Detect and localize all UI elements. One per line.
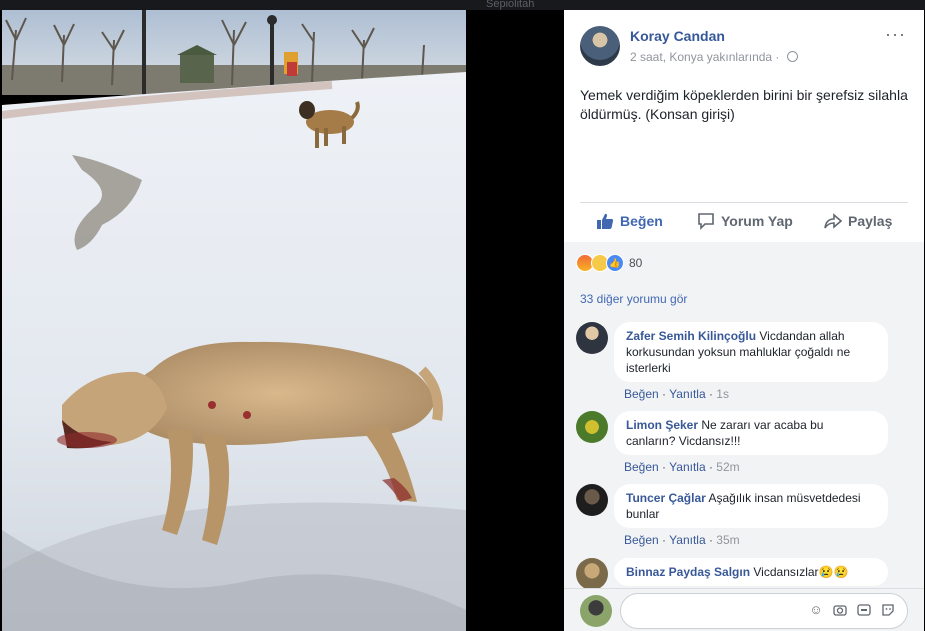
share-label: Paylaş: [848, 213, 893, 229]
post-photo[interactable]: [2, 10, 466, 631]
sticker-icon[interactable]: [881, 603, 895, 617]
reactions-summary[interactable]: 👍 80: [576, 254, 642, 272]
comment-label: Yorum Yap: [721, 213, 793, 229]
comment-actions: Beğen · Yanıtla · 35m: [624, 533, 740, 547]
post-meta: 2 saat, Konya yakınlarında ·: [630, 50, 798, 64]
like-reaction-icon: 👍: [606, 254, 624, 272]
comment-like-link[interactable]: Beğen: [624, 387, 659, 401]
like-button[interactable]: Beğen: [596, 212, 663, 230]
top-bar-text: Sepiolitah: [486, 0, 535, 10]
comment-bubble: Limon Şeker Ne zararı var acaba bu canla…: [614, 411, 888, 455]
photo-image: [2, 10, 466, 631]
like-label: Beğen: [620, 213, 663, 229]
comment-time[interactable]: 52m: [716, 460, 739, 474]
commenter-avatar[interactable]: [576, 558, 608, 590]
view-more-comments-link[interactable]: 33 diğer yorumu gör: [580, 292, 687, 306]
comment-time[interactable]: 35m: [716, 533, 739, 547]
commenter-avatar[interactable]: [576, 484, 608, 516]
comment-bubble: Binnaz Paydaş Salgın Vicdansızlar😢😢: [614, 558, 888, 586]
post-side-panel: Koray Candan 2 saat, Konya yakınlarında …: [564, 10, 924, 631]
share-icon: [824, 213, 842, 229]
commenter-name[interactable]: Binnaz Paydaş Salgın: [626, 565, 750, 579]
comment-reply-link[interactable]: Yanıtla: [669, 387, 705, 401]
commenter-name[interactable]: Tuncer Çağlar: [626, 491, 706, 505]
post-meta-text[interactable]: 2 saat, Konya yakınlarında ·: [630, 50, 779, 64]
comment-like-link[interactable]: Beğen: [624, 533, 659, 547]
post-text: Yemek verdiğim köpeklerden birini bir şe…: [580, 87, 908, 122]
comment-icon: [698, 213, 714, 230]
comment-bubble: Zafer Semih Kilinçoğlu Vicdandan allah k…: [614, 322, 888, 382]
comment-button[interactable]: Yorum Yap: [697, 212, 793, 230]
commenter-avatar[interactable]: [576, 411, 608, 443]
reaction-count: 80: [629, 256, 643, 270]
author-avatar[interactable]: [580, 26, 620, 66]
emoji-icon[interactable]: ☺: [809, 603, 823, 617]
thumbs-up-icon: [597, 213, 614, 229]
top-bar: Sepiolitah: [0, 0, 925, 10]
commenter-name[interactable]: Zafer Semih Kilinçoğlu: [626, 329, 756, 343]
comment-actions: Beğen · Yanıtla · 1s: [624, 387, 729, 401]
comment-input[interactable]: ☺: [620, 593, 908, 629]
comment-composer: ☺: [564, 588, 924, 631]
more-options-button[interactable]: ···: [885, 24, 906, 45]
comment-reply-link[interactable]: Yanıtla: [669, 460, 705, 474]
comment-text: Vicdansızlar😢😢: [753, 565, 849, 579]
lightbox-gap: [466, 10, 564, 631]
commenter-avatar[interactable]: [576, 322, 608, 354]
comment-bubble: Tuncer Çağlar Aşağılık insan müsvetdedes…: [614, 484, 888, 528]
commenter-name[interactable]: Limon Şeker: [626, 418, 698, 432]
post-actions: Beğen Yorum Yap Paylaş: [564, 209, 924, 235]
globe-icon: [786, 51, 798, 62]
divider: [580, 202, 908, 203]
comment-like-link[interactable]: Beğen: [624, 460, 659, 474]
comment-actions: Beğen · Yanıtla · 52m: [624, 460, 740, 474]
camera-icon[interactable]: [833, 603, 847, 617]
current-user-avatar: [580, 595, 612, 627]
comment-time[interactable]: 1s: [716, 387, 729, 401]
share-button[interactable]: Paylaş: [824, 212, 892, 230]
comment-reply-link[interactable]: Yanıtla: [669, 533, 705, 547]
author-name[interactable]: Koray Candan: [630, 28, 725, 44]
gif-icon[interactable]: [857, 603, 871, 617]
